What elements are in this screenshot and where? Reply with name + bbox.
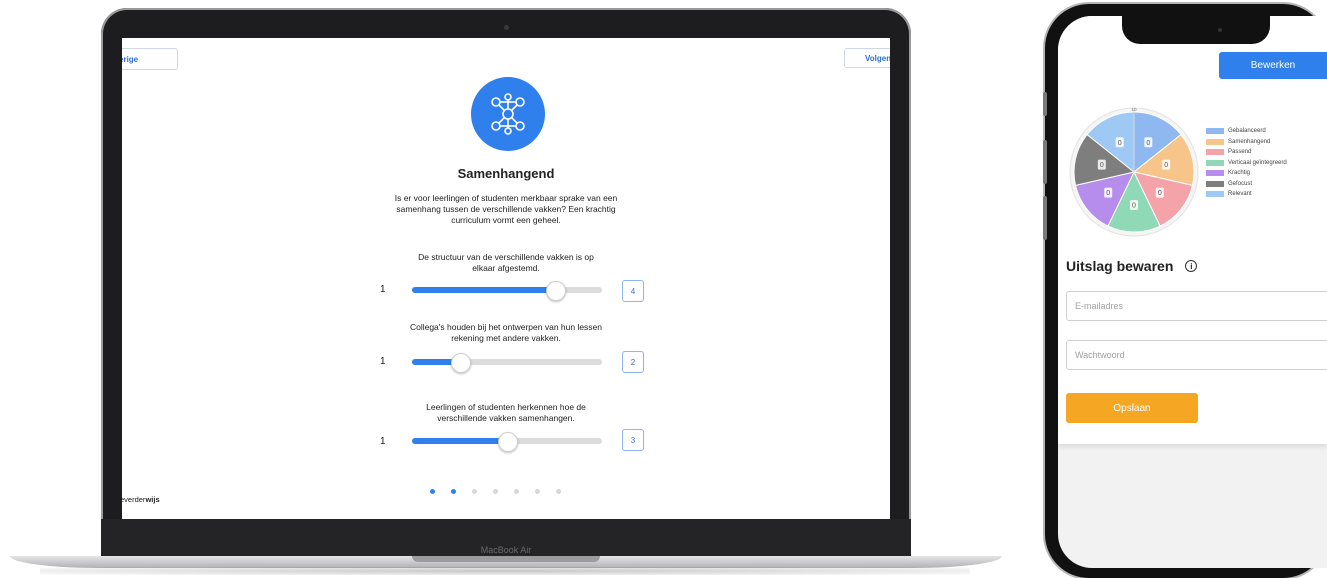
slider-value-box: 4: [622, 280, 644, 302]
save-results-title: Uitslag bewaren: [1066, 258, 1174, 274]
slider-value-box: 2: [622, 351, 644, 373]
laptop-screen: erige Volgen Samenhangend Is er voor lee…: [122, 38, 890, 519]
legend-label: Verticaal geïntegreerd: [1228, 159, 1287, 166]
pagination-dot[interactable]: [493, 489, 498, 494]
network-nodes-icon: [471, 77, 545, 151]
legend-label: Gefocust: [1228, 180, 1253, 187]
pagination-dot[interactable]: [430, 489, 435, 494]
phone-side-button: [1043, 140, 1047, 184]
next-button[interactable]: Volgen: [844, 48, 890, 68]
legend-label: Samenhangend: [1228, 138, 1271, 145]
phone-side-button: [1043, 92, 1047, 116]
slider-min-label: 1: [380, 356, 386, 367]
slice-value-label: 0: [1164, 162, 1168, 169]
laptop-shadow: [40, 567, 970, 575]
slider-fill: [412, 438, 507, 444]
legend-label: Gebalanceerd: [1228, 128, 1266, 135]
slider-value-box: 3: [622, 429, 644, 451]
question-text: De structuur van de verschillende vakken…: [418, 252, 594, 273]
pagination-dot[interactable]: [535, 489, 540, 494]
laptop-model-label: MacBook Air: [480, 545, 532, 555]
brand-logo: everderwijs: [122, 495, 160, 504]
password-field[interactable]: [1066, 340, 1327, 370]
legend-item: Verticaal geïntegreerd: [1206, 158, 1287, 169]
laptop-chin: MacBook Air: [101, 519, 911, 561]
slice-value-label: 0: [1146, 140, 1150, 147]
legend-label: Krachtig: [1228, 170, 1251, 177]
slider-min-label: 1: [380, 284, 386, 295]
legend-swatch: [1206, 138, 1224, 145]
slice-value-label: 0: [1106, 190, 1110, 197]
rating-slider[interactable]: [412, 281, 602, 301]
edit-button[interactable]: Bewerken: [1219, 52, 1327, 79]
legend-item: Passend: [1206, 147, 1287, 158]
survey-description: Is er voor leerlingen of studenten merkb…: [394, 193, 618, 225]
legend-item: Krachtig: [1206, 168, 1287, 179]
info-icon[interactable]: i: [1185, 260, 1198, 272]
slider-fill: [412, 287, 555, 293]
pagination-dot[interactable]: [556, 489, 561, 494]
legend-item: Samenhangend: [1206, 137, 1287, 148]
legend-item: Relevant: [1206, 189, 1287, 200]
legend-swatch: [1206, 128, 1224, 135]
slider-thumb[interactable]: [450, 353, 471, 373]
question-text: Leerlingen of studenten herkennen hoe de…: [426, 402, 586, 423]
pagination-dots[interactable]: [430, 489, 561, 494]
pagination-dot[interactable]: [451, 489, 456, 494]
laptop-hinge-notch: [412, 556, 600, 562]
legend-swatch: [1206, 191, 1224, 198]
legend-item: Gefocust: [1206, 179, 1287, 190]
laptop-camera: [504, 25, 509, 30]
rating-slider[interactable]: [412, 353, 602, 373]
email-field[interactable]: [1066, 291, 1327, 321]
slider-min-label: 1: [380, 436, 386, 447]
save-results-heading: Uitslag bewaren i: [1066, 258, 1198, 274]
rating-slider[interactable]: [412, 432, 602, 452]
slider-thumb[interactable]: [498, 432, 518, 452]
phone-side-button: [1043, 196, 1047, 240]
slider-thumb[interactable]: [545, 281, 566, 301]
results-card: Bewerken 0 0 0 0 0 0 0 10 Gebalanceerd Samenhang…: [1058, 16, 1327, 444]
slice-value-label: 0: [1158, 190, 1162, 197]
chart-legend: Gebalanceerd Samenhangend Passend Verticaal…: [1206, 126, 1287, 200]
slice-value-label: 0: [1118, 140, 1122, 147]
slice-value-label: 0: [1132, 203, 1136, 210]
legend-swatch: [1206, 159, 1224, 166]
phone-screen: Bewerken 0 0 0 0 0 0 0 10 Gebalanceerd Samenhang…: [1058, 16, 1327, 568]
legend-swatch: [1206, 149, 1224, 156]
phone-notch: [1122, 16, 1270, 44]
results-pie-chart: 0 0 0 0 0 0 0 10: [1068, 106, 1200, 238]
slice-value-label: 0: [1100, 162, 1104, 169]
question-text: Collega's houden bij het ontwerpen van h…: [409, 322, 603, 343]
pagination-dot[interactable]: [514, 489, 519, 494]
survey-title: Samenhangend: [457, 166, 555, 181]
legend-swatch: [1206, 170, 1224, 177]
legend-label: Relevant: [1228, 191, 1252, 198]
legend-label: Passend: [1228, 149, 1252, 156]
legend-swatch: [1206, 180, 1224, 187]
save-button[interactable]: Opslaan: [1066, 393, 1198, 423]
previous-button[interactable]: erige: [122, 48, 178, 70]
pagination-dot[interactable]: [472, 489, 477, 494]
phone-camera: [1218, 28, 1222, 32]
legend-item: Gebalanceerd: [1206, 126, 1287, 137]
scale-max-label: 10: [1131, 107, 1137, 112]
